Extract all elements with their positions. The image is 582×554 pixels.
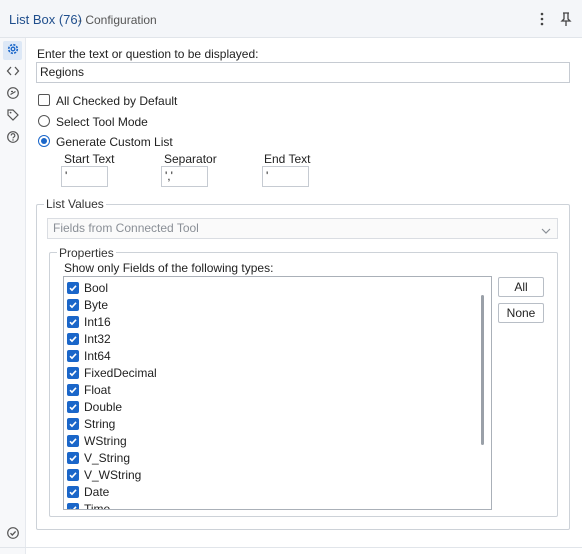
list-item[interactable]: Time (67, 501, 447, 510)
properties-legend: Properties (57, 246, 116, 260)
field-type-label: V_String (84, 451, 131, 465)
end-text-label: End Text (264, 152, 311, 166)
field-type-label: V_WString (84, 468, 142, 482)
field-type-label: Byte (84, 298, 109, 312)
sidebar-item-help[interactable] (3, 129, 22, 148)
field-type-checkbox[interactable] (67, 350, 79, 362)
list-item[interactable]: V_String (67, 450, 447, 467)
field-type-checkbox[interactable] (67, 333, 79, 345)
all-checked-label: All Checked by Default (56, 94, 178, 108)
list-item[interactable]: Double (67, 399, 447, 416)
properties-description: Show only Fields of the following types: (64, 261, 274, 275)
field-type-label: Int16 (84, 315, 111, 329)
field-type-checkbox[interactable] (67, 401, 79, 413)
list-item[interactable]: Int16 (67, 314, 447, 331)
sidebar-item-connection[interactable] (3, 85, 22, 104)
field-type-label: String (84, 417, 116, 431)
field-type-checkbox[interactable] (67, 299, 79, 311)
separator-label: Separator (164, 152, 217, 166)
start-text-label: Start Text (64, 152, 115, 166)
field-type-label: Time (84, 502, 111, 510)
more-vertical-icon[interactable] (533, 10, 551, 28)
list-item[interactable]: Float (67, 382, 447, 399)
title-bar: List Box (76) - Configuration (0, 0, 582, 38)
select-tool-mode-radio[interactable] (38, 115, 50, 127)
separator-input[interactable]: ',' (161, 166, 208, 187)
list-values-dropdown[interactable]: Fields from Connected Tool (47, 218, 558, 239)
configuration-panel: Enter the text or question to be display… (27, 38, 582, 554)
field-type-checkbox[interactable] (67, 435, 79, 447)
field-type-label: WString (84, 434, 127, 448)
field-type-label: Double (84, 400, 123, 414)
question-input[interactable]: Regions (36, 62, 570, 83)
window-title: List Box (76) (9, 12, 82, 27)
field-type-checkbox[interactable] (67, 316, 79, 328)
sidebar-item-annotation[interactable] (3, 107, 22, 126)
select-tool-mode-label: Select Tool Mode (56, 115, 148, 129)
field-type-checkbox[interactable] (67, 367, 79, 379)
field-type-label: Date (84, 485, 110, 499)
field-types-list[interactable]: Bool Byte Int16 Int32 Int64 FixedDecimal Float… (63, 276, 492, 510)
field-type-checkbox[interactable] (67, 486, 79, 498)
sidebar-item-xml[interactable] (3, 63, 22, 82)
all-button[interactable]: All (498, 277, 544, 297)
field-type-label: Int64 (84, 349, 111, 363)
field-type-label: Int32 (84, 332, 111, 346)
sidebar-item-status[interactable] (3, 525, 22, 544)
question-label: Enter the text or question to be display… (37, 47, 259, 61)
list-item[interactable]: String (67, 416, 447, 433)
pin-icon[interactable] (557, 10, 575, 28)
field-type-checkbox[interactable] (67, 282, 79, 294)
end-text-input[interactable]: ' (262, 166, 309, 187)
sidebar-item-configuration[interactable] (3, 41, 22, 60)
help-icon (6, 130, 20, 147)
list-scrollbar[interactable] (481, 295, 484, 445)
list-item[interactable]: Byte (67, 297, 447, 314)
chevron-down-icon (541, 224, 551, 239)
none-button[interactable]: None (498, 303, 544, 323)
list-item[interactable]: V_WString (67, 467, 447, 484)
field-type-label: Bool (84, 281, 109, 295)
panel-bottom-border (0, 547, 582, 548)
field-type-checkbox[interactable] (67, 384, 79, 396)
field-type-checkbox[interactable] (67, 452, 79, 464)
list-item[interactable]: WString (67, 433, 447, 450)
list-item[interactable]: Int32 (67, 331, 447, 348)
field-type-checkbox[interactable] (67, 469, 79, 481)
field-type-label: FixedDecimal (84, 366, 157, 380)
list-item[interactable]: Int64 (67, 348, 447, 365)
connection-icon (6, 86, 20, 103)
list-item[interactable]: Bool (67, 280, 447, 297)
gear-icon (6, 42, 20, 59)
start-text-input[interactable]: ' (61, 166, 108, 187)
check-circle-icon (6, 526, 20, 543)
sidebar (0, 38, 26, 554)
generate-custom-list-radio[interactable] (38, 135, 50, 147)
field-type-checkbox[interactable] (67, 503, 79, 509)
field-type-checkbox[interactable] (67, 418, 79, 430)
list-values-legend: List Values (44, 197, 106, 211)
all-checked-checkbox[interactable] (38, 94, 50, 106)
tag-icon (6, 108, 20, 125)
list-item[interactable]: Date (67, 484, 447, 501)
generate-custom-list-label: Generate Custom List (56, 135, 173, 149)
window-subtitle: - Configuration (78, 13, 157, 27)
list-values-dropdown-value: Fields from Connected Tool (53, 221, 199, 235)
code-icon (6, 64, 20, 81)
field-type-label: Float (84, 383, 111, 397)
list-item[interactable]: FixedDecimal (67, 365, 447, 382)
